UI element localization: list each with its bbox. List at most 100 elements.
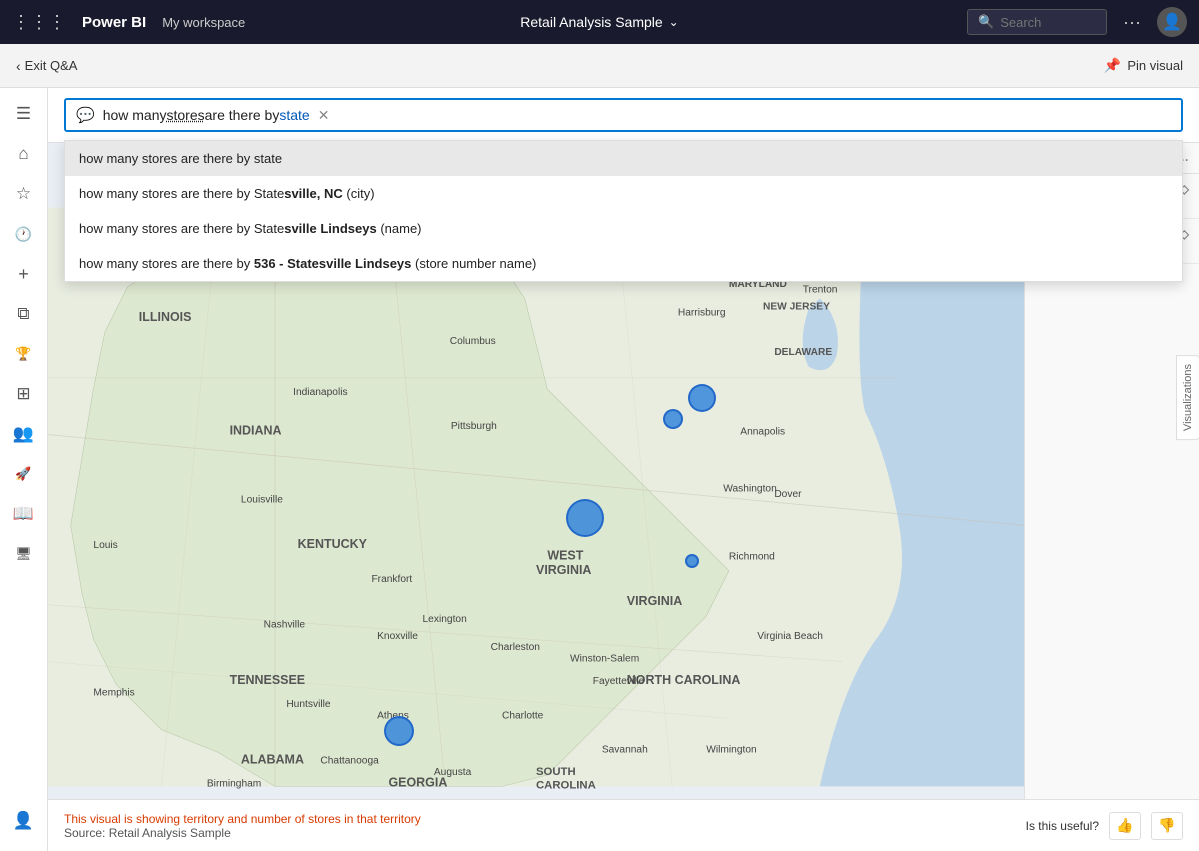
qa-message-icon: 💬 (76, 106, 95, 124)
svg-text:INDIANA: INDIANA (230, 424, 282, 438)
map-dot-3 (663, 409, 683, 429)
qa-text-stores: stores (167, 107, 205, 123)
global-search-box[interactable]: 🔍 (967, 9, 1107, 35)
left-sidebar: ☰ ⌂ ☆ 🕐 + ⧉ 🏆 ⊞ 👥 🚀 📖 🖥 👤 (0, 88, 48, 851)
svg-text:Columbus: Columbus (450, 336, 496, 347)
svg-text:Washington: Washington (723, 483, 777, 494)
svg-text:Harrisburg: Harrisburg (678, 307, 726, 318)
useful-section: Is this useful? 👍 👎 (1026, 812, 1183, 840)
bottom-bar: This visual is showing territory and num… (48, 799, 1199, 851)
exit-qa-button[interactable]: ‹ Exit Q&A (16, 58, 77, 74)
autocomplete-dropdown: how many stores are there by state how m… (64, 140, 1183, 282)
main-content: 💬 how many stores are there by state ✕ h… (48, 88, 1199, 851)
svg-text:Wilmington: Wilmington (706, 744, 757, 755)
top-right-controls: 🔍 ··· 👤 (967, 7, 1187, 37)
svg-text:Charleston: Charleston (491, 642, 541, 653)
svg-text:Memphis: Memphis (93, 688, 134, 699)
search-icon: 🔍 (978, 14, 994, 30)
qa-text-part1: how many (103, 107, 167, 123)
sidebar-item-account[interactable]: 👤 (6, 803, 42, 839)
svg-text:CAROLINA: CAROLINA (536, 780, 596, 792)
autocomplete-item-3[interactable]: how many stores are there by Statesville… (65, 211, 1182, 246)
map-dot-6 (685, 554, 699, 568)
visualizations-tab[interactable]: Visualizations (1176, 355, 1199, 440)
autocomplete-item-1[interactable]: how many stores are there by state (65, 141, 1182, 176)
svg-text:Annapolis: Annapolis (740, 427, 785, 438)
map-dot-4 (566, 499, 604, 537)
map-dot-5 (384, 716, 414, 746)
useful-label: Is this useful? (1026, 819, 1099, 833)
brand-name: Power BI (82, 14, 146, 31)
qa-input-display: how many stores are there by state (103, 107, 310, 123)
exit-qa-label: Exit Q&A (25, 58, 78, 73)
more-options-icon[interactable]: ··· (1117, 8, 1147, 37)
svg-text:Savannah: Savannah (602, 744, 648, 755)
sidebar-item-learn2[interactable]: 📖 (6, 496, 42, 532)
svg-text:Charlotte: Charlotte (502, 710, 544, 721)
svg-text:Fayetteville: Fayetteville (593, 676, 645, 687)
pin-icon: 📌 (1104, 57, 1121, 74)
global-search-input[interactable] (1000, 15, 1096, 30)
sidebar-item-workspaces[interactable]: 🖥 (6, 536, 42, 572)
svg-text:KENTUCKY: KENTUCKY (298, 537, 368, 551)
bottom-info-line1: This visual is showing territory and num… (64, 812, 421, 826)
svg-text:Huntsville: Huntsville (286, 699, 331, 710)
svg-text:Louis: Louis (93, 540, 117, 551)
svg-text:Richmond: Richmond (729, 551, 775, 562)
pin-visual-button[interactable]: 📌 Pin visual (1104, 57, 1183, 74)
apps-icon[interactable]: ⋮⋮⋮ (12, 12, 66, 33)
svg-text:DELAWARE: DELAWARE (774, 347, 832, 358)
thumbs-down-button[interactable]: 👎 (1151, 812, 1183, 840)
svg-text:Birmingham: Birmingham (207, 778, 261, 789)
sidebar-item-apps[interactable]: ⧉ (6, 296, 42, 332)
map-dot-2 (688, 384, 716, 412)
sidebar-item-hamburger[interactable]: ☰ (6, 96, 42, 132)
svg-text:Knoxville: Knoxville (377, 631, 418, 642)
sidebar-item-deploy[interactable]: 🚀 (6, 456, 42, 492)
svg-text:WEST: WEST (547, 548, 583, 562)
svg-text:Louisville: Louisville (241, 495, 283, 506)
svg-text:Chattanooga: Chattanooga (320, 756, 379, 767)
svg-text:Pittsburgh: Pittsburgh (451, 421, 497, 432)
bottom-info: This visual is showing territory and num… (64, 812, 421, 840)
sidebar-item-people[interactable]: 👥 (6, 416, 42, 452)
autocomplete-item-4[interactable]: how many stores are there by 536 - State… (65, 246, 1182, 281)
sidebar-item-recent[interactable]: 🕐 (6, 216, 42, 252)
report-title: Retail Analysis Sample ⌄ (520, 14, 678, 30)
svg-text:VIRGINIA: VIRGINIA (627, 594, 682, 608)
thumbs-up-button[interactable]: 👍 (1109, 812, 1141, 840)
sidebar-item-favorites[interactable]: ☆ (6, 176, 42, 212)
svg-text:SOUTH: SOUTH (536, 766, 576, 778)
qa-input-wrap[interactable]: 💬 how many stores are there by state ✕ (64, 98, 1183, 132)
sidebar-item-dashboards[interactable]: ⊞ (6, 376, 42, 412)
sidebar-item-home[interactable]: ⌂ (6, 136, 42, 172)
svg-text:Nashville: Nashville (264, 620, 306, 631)
qa-text-part2: are there by (205, 107, 280, 123)
avatar[interactable]: 👤 (1157, 7, 1187, 37)
report-chevron-icon[interactable]: ⌄ (669, 15, 679, 29)
qa-area: 💬 how many stores are there by state ✕ h… (48, 88, 1199, 143)
chevron-left-icon: ‹ (16, 58, 21, 74)
svg-text:ILLINOIS: ILLINOIS (139, 310, 192, 324)
svg-text:Lexington: Lexington (423, 614, 468, 625)
svg-text:TENNESSEE: TENNESSEE (230, 673, 306, 687)
svg-text:ALABAMA: ALABAMA (241, 753, 304, 767)
qa-text-state: state (279, 107, 309, 123)
bottom-info-source: Source: Retail Analysis Sample (64, 826, 421, 840)
report-title-text: Retail Analysis Sample (520, 14, 662, 30)
svg-text:Augusta: Augusta (434, 767, 472, 778)
top-nav: ⋮⋮⋮ Power BI My workspace Retail Analysi… (0, 0, 1199, 44)
svg-text:Dover: Dover (774, 489, 802, 500)
sub-nav: ‹ Exit Q&A 📌 Pin visual (0, 44, 1199, 88)
sidebar-item-create[interactable]: + (6, 256, 42, 292)
svg-text:Frankfort: Frankfort (371, 574, 412, 585)
sidebar-item-learn[interactable]: 🏆 (6, 336, 42, 372)
svg-text:VIRGINIA: VIRGINIA (536, 563, 591, 577)
svg-text:Virginia Beach: Virginia Beach (757, 631, 823, 642)
pin-label: Pin visual (1127, 58, 1183, 73)
svg-text:NEW JERSEY: NEW JERSEY (763, 302, 830, 313)
workspace-label[interactable]: My workspace (162, 15, 245, 30)
svg-text:Winston-Salem: Winston-Salem (570, 654, 639, 665)
autocomplete-item-2[interactable]: how many stores are there by Statesville… (65, 176, 1182, 211)
qa-clear-icon[interactable]: ✕ (318, 107, 330, 124)
